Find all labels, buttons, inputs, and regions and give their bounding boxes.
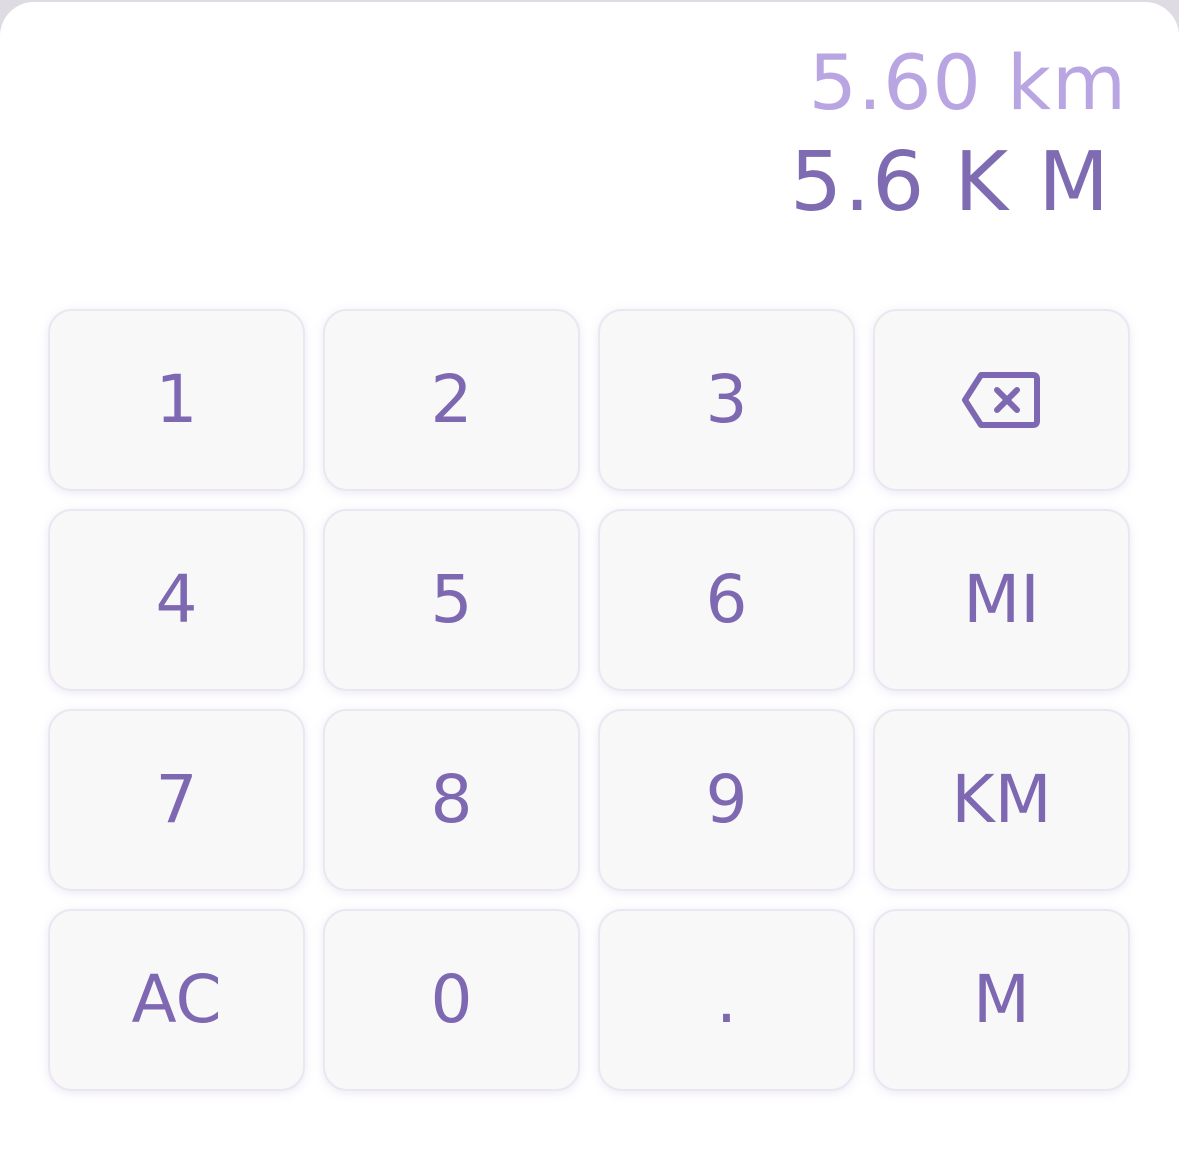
key-2-label: 2 xyxy=(430,361,473,438)
key-5-label: 5 xyxy=(430,561,473,638)
decimal-key[interactable]: . xyxy=(598,909,855,1091)
key-9-label: 9 xyxy=(705,761,748,838)
backspace-icon xyxy=(961,372,1040,428)
key-2[interactable]: 2 xyxy=(323,309,580,491)
display: 5.60 km 5.6 K M xyxy=(790,40,1127,228)
miles-key-label: MI xyxy=(963,561,1040,638)
converter-panel: 5.60 km 5.6 K M 1 2 3 4 5 6 MI 7 8 9 KM … xyxy=(0,2,1179,1161)
all-clear-key-label: AC xyxy=(131,961,222,1038)
input-expression: 5.6 K M xyxy=(789,135,1111,230)
keypad: 1 2 3 4 5 6 MI 7 8 9 KM AC 0 . M xyxy=(48,309,1132,1091)
kilometers-key-label: KM xyxy=(951,761,1052,838)
key-8[interactable]: 8 xyxy=(323,709,580,891)
key-3[interactable]: 3 xyxy=(598,309,855,491)
meters-key-label: M xyxy=(973,961,1030,1038)
key-8-label: 8 xyxy=(430,761,473,838)
key-3-label: 3 xyxy=(705,361,748,438)
backspace-key[interactable] xyxy=(873,309,1130,491)
kilometers-key[interactable]: KM xyxy=(873,709,1130,891)
key-7-label: 7 xyxy=(155,761,198,838)
key-4-label: 4 xyxy=(155,561,198,638)
all-clear-key[interactable]: AC xyxy=(48,909,305,1091)
key-0[interactable]: 0 xyxy=(323,909,580,1091)
meters-key[interactable]: M xyxy=(873,909,1130,1091)
converted-result: 5.60 km xyxy=(808,38,1127,127)
key-0-label: 0 xyxy=(430,961,473,1038)
key-6-label: 6 xyxy=(705,561,748,638)
key-1[interactable]: 1 xyxy=(48,309,305,491)
decimal-key-label: . xyxy=(716,961,737,1038)
key-4[interactable]: 4 xyxy=(48,509,305,691)
key-7[interactable]: 7 xyxy=(48,709,305,891)
miles-key[interactable]: MI xyxy=(873,509,1130,691)
key-9[interactable]: 9 xyxy=(598,709,855,891)
key-5[interactable]: 5 xyxy=(323,509,580,691)
key-1-label: 1 xyxy=(155,361,198,438)
key-6[interactable]: 6 xyxy=(598,509,855,691)
